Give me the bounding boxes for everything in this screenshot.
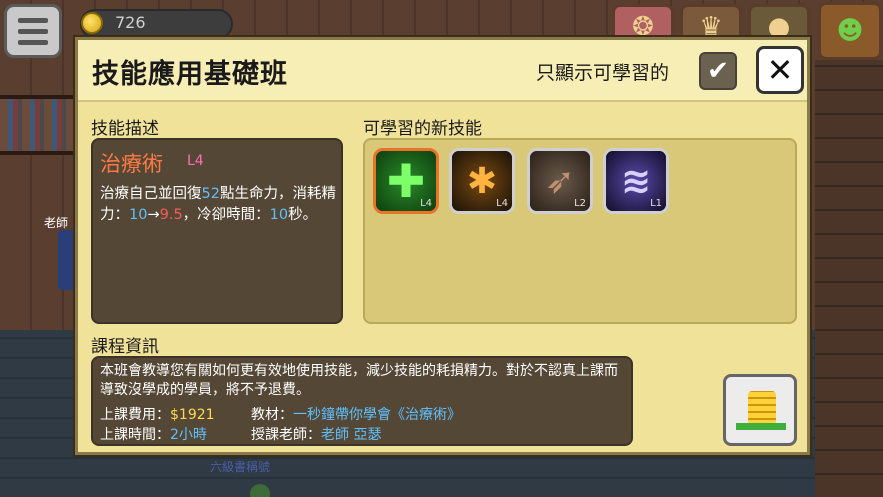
skill-slot-level: L1 xyxy=(650,198,662,209)
skill-slot-heal[interactable]: ✚ L4 xyxy=(373,148,439,214)
new-skills-label: 可學習的新技能 xyxy=(363,119,482,139)
skill-slot-tornado[interactable]: ≋ L1 xyxy=(603,148,669,214)
bookshelf xyxy=(0,95,75,155)
course-fee: 上課費用：$1921 xyxy=(100,404,215,424)
skill-description-label: 技能描述 xyxy=(91,119,159,139)
time-value: 2小時 xyxy=(170,427,207,443)
hamburger-icon-bar xyxy=(18,28,48,34)
teacher-label: 授課老師： xyxy=(251,427,321,443)
skill-level: L4 xyxy=(187,153,204,169)
dialog-title: 技能應用基礎班 xyxy=(92,59,288,90)
course-info-label: 課程資訊 xyxy=(91,337,159,357)
skill-name: 治療術 xyxy=(100,152,163,176)
course-description: 本班會教導您有關如何更有效地使用技能，減少技能的耗損精力。對於不認真上課而導致沒… xyxy=(100,363,618,398)
background-sign-text: 六級書稱號 xyxy=(210,460,271,474)
filter-checkbox[interactable]: ✔ xyxy=(699,52,737,90)
character-button[interactable]: ☻ xyxy=(818,2,882,60)
npc-label: 老師 xyxy=(44,216,69,230)
close-button[interactable]: ✕ xyxy=(756,46,804,94)
heal-amount: 52 xyxy=(201,186,220,202)
material-label: 教材： xyxy=(251,407,293,423)
filter-label: 只顯示可學習的 xyxy=(536,62,670,84)
energy-to: 9.5 xyxy=(159,207,183,223)
skill-slot-boot[interactable]: ➶ L2 xyxy=(527,148,593,214)
coin-stack-base xyxy=(736,423,786,430)
menu-button[interactable] xyxy=(4,4,62,58)
fee-value: $1921 xyxy=(170,407,215,423)
cooldown-value: 10 xyxy=(269,207,289,223)
skill-description-panel: 治療術 L4 治療自己並回復52點生命力，消耗精力：10→9.5，冷卻時間：10… xyxy=(91,138,343,324)
pay-tuition-button[interactable] xyxy=(723,374,797,446)
course-teacher: 授課老師：老師 亞瑟 xyxy=(251,424,381,444)
new-skills-panel: ✚ L4 ✱ L4 ➶ L2 ≋ L1 xyxy=(363,138,797,324)
skill-slot-paw[interactable]: ✱ L4 xyxy=(449,148,515,214)
arrow: → xyxy=(147,207,160,223)
skill-description-text: 治療自己並回復52點生命力，消耗精力：10→9.5，冷卻時間：10秒。 xyxy=(100,184,340,226)
background-door xyxy=(815,60,883,497)
checkmark-icon: ✔ xyxy=(707,56,729,86)
hamburger-icon xyxy=(18,17,48,23)
desc-text: 治療自己並回復 xyxy=(100,186,202,202)
skill-class-dialog: 技能應用基礎班 只顯示可學習的 ✔ ✕ 技能描述 可學習的新技能 治療術 L4 … xyxy=(75,37,810,455)
goblin-avatar-icon: ☻ xyxy=(836,16,864,46)
skill-slot-level: L2 xyxy=(574,198,586,209)
npc-teacher[interactable] xyxy=(58,230,76,290)
player-character xyxy=(250,484,270,497)
skill-slot-level: L4 xyxy=(496,198,508,209)
hamburger-icon-bar xyxy=(18,39,48,45)
skill-slot-level: L4 xyxy=(420,198,432,209)
course-time: 上課時間：2小時 xyxy=(100,424,207,444)
time-label: 上課時間： xyxy=(100,427,170,443)
desc-text: ，冷卻時間： xyxy=(182,207,270,223)
material-value: 一秒鐘帶你學會《治療術》 xyxy=(293,407,461,423)
coin-amount: 726 xyxy=(115,13,146,32)
fee-label: 上課費用： xyxy=(100,407,170,423)
energy-from: 10 xyxy=(129,207,148,223)
course-material: 教材：一秒鐘帶你學會《治療術》 xyxy=(251,404,461,424)
coin-icon xyxy=(81,12,103,34)
coin-stack-icon xyxy=(748,391,776,425)
teacher-value: 老師 亞瑟 xyxy=(321,427,382,443)
close-icon: ✕ xyxy=(766,51,794,89)
dialog-header: 技能應用基礎班 只顯示可學習的 ✔ ✕ xyxy=(78,40,807,102)
desc-text: 秒。 xyxy=(288,207,318,223)
course-info-panel: 本班會教導您有關如何更有效地使用技能，減少技能的耗損精力。對於不認真上課而導致沒… xyxy=(91,356,633,446)
